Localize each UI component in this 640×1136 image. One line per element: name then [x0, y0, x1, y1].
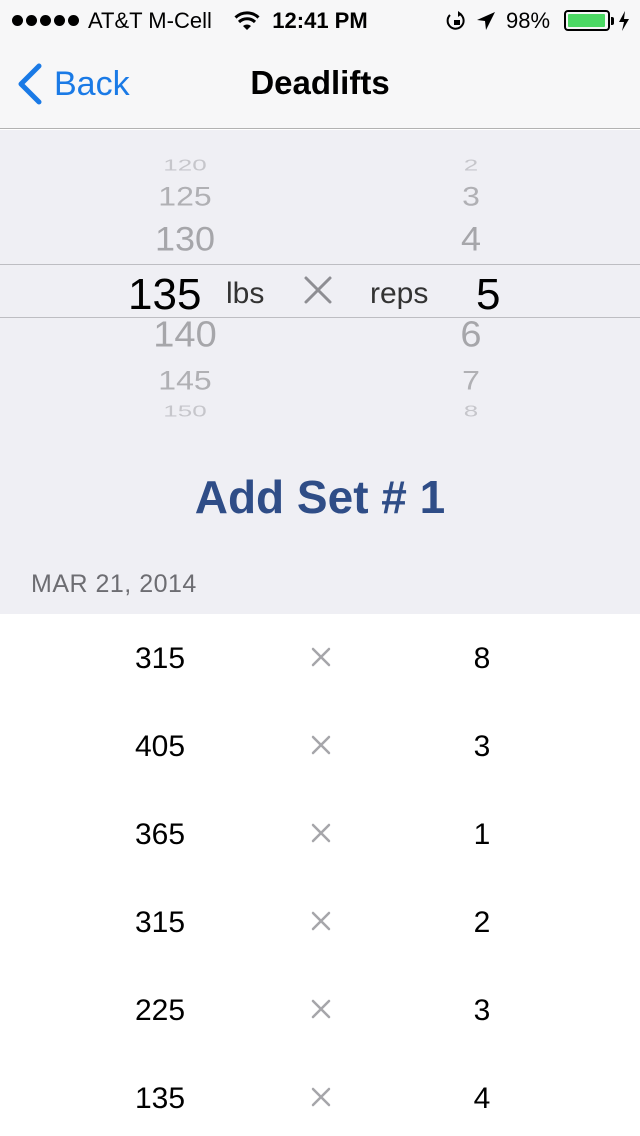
set-row[interactable]: 315 2 — [0, 878, 640, 966]
selected-weight: 135 — [128, 270, 202, 319]
set-reps: 3 — [473, 730, 491, 763]
set-weight: 405 — [134, 730, 186, 763]
set-weight: 225 — [134, 994, 186, 1027]
set-reps: 8 — [473, 642, 491, 675]
picker-area: 120 125 130 140 145 150 2 3 4 6 7 8 135 lbs reps 5… — [0, 130, 640, 614]
reps-option[interactable]: 6 — [426, 315, 516, 356]
set-row[interactable]: 315 8 — [0, 614, 640, 702]
multiply-icon — [311, 647, 331, 667]
set-row[interactable]: 225 3 — [0, 966, 640, 1054]
multiply-icon — [311, 1087, 331, 1107]
reps-picker-column[interactable]: 2 3 4 6 7 8 — [426, 150, 516, 418]
multiply-icon — [311, 823, 331, 843]
battery-percentage: 98% — [506, 8, 551, 33]
weight-unit-label: lbs — [226, 277, 265, 310]
weight-reps-picker[interactable]: 120 125 130 140 145 150 2 3 4 6 7 8 135 lbs reps 5 — [0, 150, 640, 418]
weight-option[interactable]: 140 — [140, 315, 230, 356]
selected-reps: 5 — [476, 270, 501, 319]
reps-option[interactable]: 3 — [426, 181, 516, 212]
multiply-icon — [311, 735, 331, 755]
add-set-button[interactable]: Add Set # 1 — [0, 470, 640, 524]
weight-option[interactable]: 120 — [140, 156, 230, 175]
set-weight: 365 — [134, 818, 186, 851]
history-date-header: MAR 21, 2014 — [31, 570, 197, 598]
rotation-lock-icon — [446, 11, 465, 30]
weight-option[interactable]: 145 — [140, 365, 230, 396]
charging-icon — [619, 11, 629, 31]
reps-option[interactable]: 7 — [426, 365, 516, 396]
set-reps: 1 — [473, 818, 491, 851]
sets-list: 315 8 405 3 365 1 315 2 225 3 135 4 — [0, 614, 640, 1136]
multiply-icon — [304, 276, 332, 304]
page-title: Deadlifts — [250, 64, 390, 101]
set-row[interactable]: 365 1 — [0, 790, 640, 878]
status-bar: AT&T M-Cell 12:41 PM 98% — [0, 0, 640, 40]
weight-option[interactable]: 125 — [140, 181, 230, 212]
reps-unit-label: reps — [370, 277, 429, 310]
reps-option[interactable]: 4 — [426, 219, 516, 259]
reps-option[interactable]: 2 — [426, 156, 516, 175]
weight-option[interactable]: 130 — [140, 219, 230, 259]
set-reps: 4 — [473, 1082, 491, 1115]
location-icon — [477, 12, 495, 30]
set-reps: 3 — [473, 994, 491, 1027]
battery-icon — [564, 10, 610, 31]
navigation-bar: Back Deadlifts — [0, 40, 640, 129]
set-weight: 315 — [134, 642, 186, 675]
weight-option[interactable]: 150 — [140, 402, 230, 418]
set-row[interactable]: 135 4 — [0, 1054, 640, 1136]
set-weight: 315 — [134, 906, 186, 939]
set-row[interactable]: 405 3 — [0, 702, 640, 790]
set-weight: 135 — [134, 1082, 186, 1115]
multiply-icon — [311, 911, 331, 931]
multiply-icon — [311, 999, 331, 1019]
battery-tip — [611, 17, 614, 25]
set-reps: 2 — [473, 906, 491, 939]
reps-option[interactable]: 8 — [426, 402, 516, 418]
